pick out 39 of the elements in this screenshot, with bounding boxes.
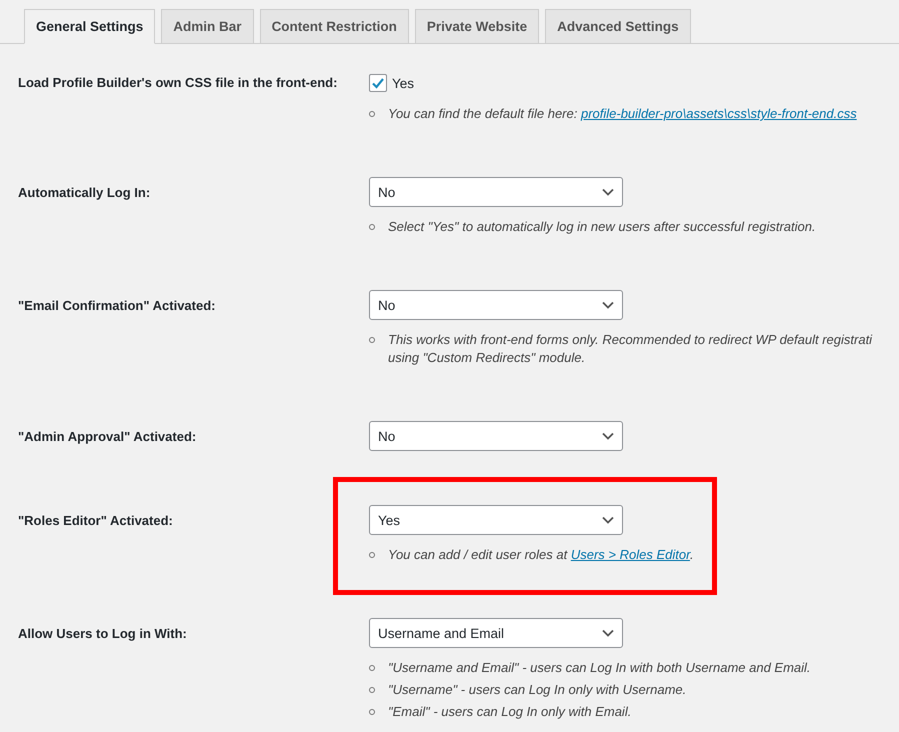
bullet-icon [369, 709, 375, 715]
file-link[interactable]: Users > Roles Editor [570, 547, 690, 562]
caret-icon [602, 629, 614, 637]
caret-icon [602, 432, 614, 440]
bullet-icon [369, 552, 375, 558]
bullet-icon [369, 111, 375, 117]
dropdown-select[interactable]: No [369, 421, 623, 451]
dropdown-select[interactable]: No [369, 290, 623, 320]
caret-icon [602, 188, 614, 196]
setting-label: Allow Users to Log in With: [18, 625, 188, 643]
file-link[interactable]: profile-builder-pro\assets\css\style-front-end.css [580, 106, 857, 121]
help-text: This works with front-end forms only. Recommended to redirect WP default registrati using "Custom Redirects" module. [388, 331, 874, 367]
checkbox[interactable] [369, 74, 387, 92]
dropdown-select[interactable]: Yes [369, 505, 623, 535]
settings-tab[interactable]: Advanced Settings [545, 9, 691, 44]
help-text: You can add / edit user roles at Users > Roles Editor. [388, 546, 695, 564]
bullet-icon [369, 665, 375, 671]
settings-tab[interactable]: Content Restriction [260, 9, 409, 44]
bullet-icon [369, 224, 375, 230]
settings-tab[interactable]: Private Website [414, 9, 540, 44]
help-text: "Email" - users can Log In only with Email. [388, 703, 632, 721]
help-text: "Username" - users can Log In only with Username. [388, 681, 688, 699]
setting-label: "Roles Editor" Activated: [18, 512, 174, 530]
settings-tab[interactable]: General Settings [24, 9, 156, 44]
help-text: You can find the default file here: profile-builder-pro\assets\css\style-front-end.css [388, 105, 858, 123]
bullet-icon [369, 337, 375, 343]
setting-label: Automatically Log In: [18, 184, 152, 202]
caret-icon [602, 301, 614, 309]
dropdown-select[interactable]: No [369, 177, 623, 207]
bullet-icon [369, 687, 375, 693]
setting-label: "Admin Approval" Activated: [18, 428, 198, 446]
help-text: "Username and Email" - users can Log In with both Username and Email. [388, 659, 812, 677]
dropdown-select[interactable]: Username and Email [369, 618, 623, 648]
settings-tab[interactable]: Admin Bar [161, 9, 254, 44]
setting-label: "Email Confirmation" Activated: [18, 297, 216, 315]
setting-label: Load Profile Builder's own CSS file in the front-end: [18, 74, 338, 92]
caret-icon [602, 516, 614, 524]
checkbox-label: Yes [392, 76, 414, 90]
help-text: Select "Yes" to automatically log in new users after successful registration. [388, 218, 817, 236]
